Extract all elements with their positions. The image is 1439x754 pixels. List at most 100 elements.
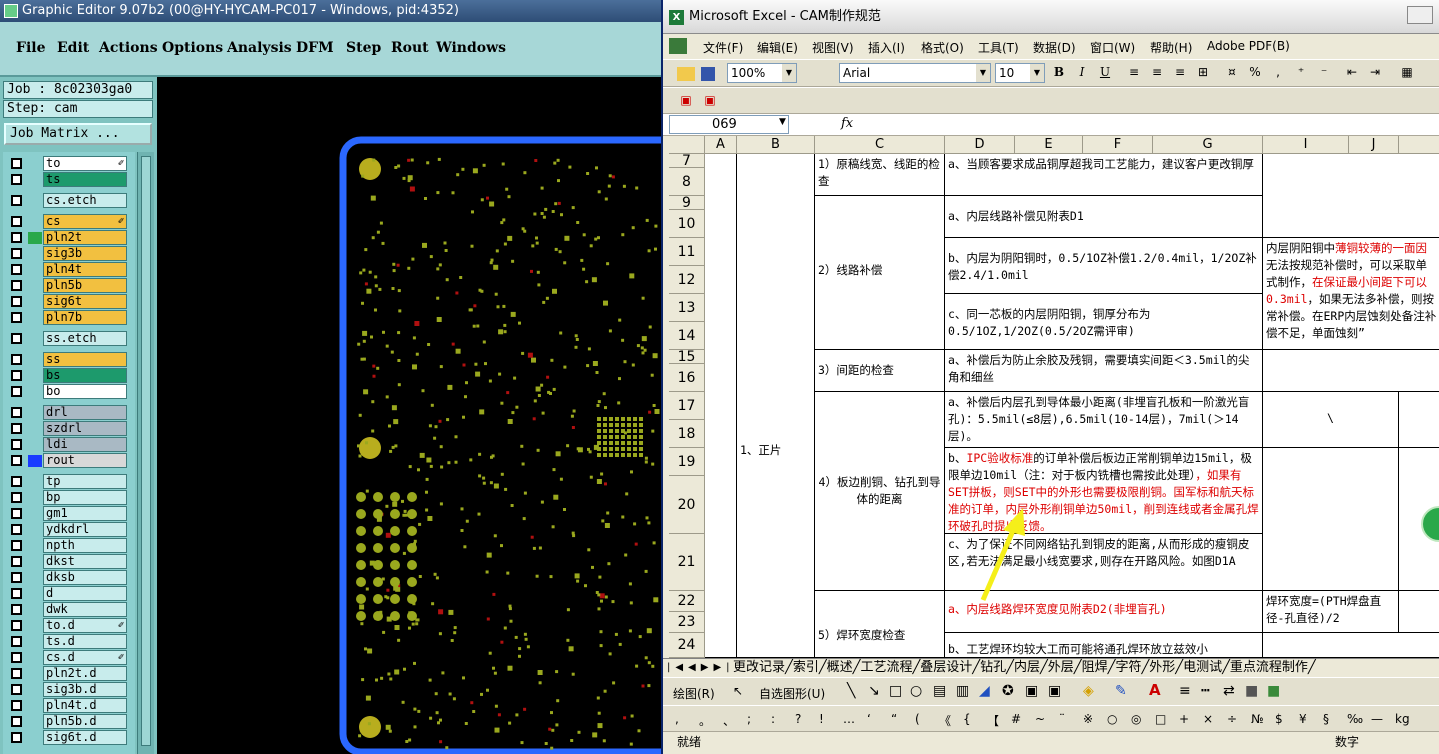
symbol-button[interactable]: … (843, 712, 855, 726)
layer-checkbox[interactable] (11, 312, 22, 323)
row-header[interactable]: 20 (669, 476, 705, 534)
menu-options[interactable]: Options (162, 40, 223, 56)
layer-row[interactable]: bo (7, 384, 127, 399)
layer-checkbox[interactable] (11, 636, 22, 647)
layer-name[interactable]: ts (43, 172, 127, 187)
layer-checkbox[interactable] (11, 158, 22, 169)
pcb-canvas[interactable] (157, 77, 665, 754)
layer-row[interactable]: cs ✐ (7, 214, 127, 229)
layer-checkbox[interactable] (11, 423, 22, 434)
layer-checkbox[interactable] (11, 476, 22, 487)
column-header-f[interactable]: F (1083, 136, 1153, 154)
layer-name[interactable]: rout (43, 453, 127, 468)
layer-affected-marker[interactable] (28, 668, 42, 680)
layer-row[interactable]: pln5b (7, 278, 127, 293)
layer-name[interactable]: pln7b (43, 310, 127, 325)
cell-a-merged[interactable] (705, 154, 737, 658)
convert-to-pdf-icon[interactable]: ▣ (677, 91, 695, 109)
layer-name[interactable]: cs ✐ (43, 214, 127, 229)
rectangle-icon[interactable]: □ (889, 683, 902, 699)
row-header[interactable]: 11 (669, 238, 705, 266)
layer-affected-marker[interactable] (28, 604, 42, 616)
row-header[interactable]: 13 (669, 294, 705, 322)
fill-color-icon[interactable]: ◈ (1083, 683, 1094, 699)
layer-name[interactable]: pln2t (43, 230, 127, 245)
layer-name[interactable]: sig6t (43, 294, 127, 309)
menu-window-cn[interactable]: 窗口(W) (1090, 39, 1135, 56)
layer-affected-marker[interactable] (28, 264, 42, 276)
menu-edit[interactable]: Edit (57, 40, 89, 56)
layer-affected-marker[interactable] (28, 636, 42, 648)
menu-edit-cn[interactable]: 编辑(E) (757, 39, 798, 56)
menu-insert-cn[interactable]: 插入(I) (868, 39, 905, 56)
cell-i-7[interactable] (1263, 154, 1439, 238)
layer-affected-marker[interactable] (28, 232, 42, 244)
menu-tools-cn[interactable]: 工具(T) (978, 39, 1019, 56)
select-all-corner[interactable] (669, 136, 705, 154)
menu-step[interactable]: Step (346, 40, 381, 56)
layer-checkbox[interactable] (11, 370, 22, 381)
cell-c-1[interactable]: 1）原稿线宽、线距的检查 (815, 154, 945, 196)
layer-checkbox[interactable] (11, 216, 22, 227)
menu-data-cn[interactable]: 数据(D) (1033, 39, 1076, 56)
layer-row[interactable]: npth (7, 538, 127, 553)
cell-d-9[interactable]: a、内层线路补偿见附表D1 (945, 196, 1263, 238)
layer-checkbox[interactable] (11, 540, 22, 551)
layer-affected-marker[interactable] (28, 423, 42, 435)
row-header[interactable]: 22 (669, 591, 705, 612)
layer-checkbox[interactable] (11, 492, 22, 503)
chevron-down-icon[interactable]: ▼ (779, 117, 786, 127)
layer-row[interactable]: cs.d ✐ (7, 650, 127, 665)
row-header[interactable]: 12 (669, 266, 705, 294)
cell-d-7[interactable]: a、当顾客要求成品铜厚超我司工艺能力，建议客户更改铜厚 (945, 154, 1263, 196)
cell-i-11[interactable]: 内层阴阳铜中薄铜较薄的一面因无法按规范补偿时，可以采取单式制作，在保证最小间距下… (1263, 238, 1439, 350)
layer-checkbox[interactable] (11, 264, 22, 275)
row-header[interactable]: 18 (669, 420, 705, 448)
layer-affected-marker[interactable] (28, 588, 42, 600)
menu-view-cn[interactable]: 视图(V) (812, 39, 854, 56)
layer-checkbox[interactable] (11, 524, 22, 535)
symbol-button[interactable]: § (1323, 712, 1329, 726)
layer-affected-marker[interactable] (28, 248, 42, 260)
layer-name[interactable]: dwk (43, 602, 127, 617)
layer-affected-marker[interactable] (28, 195, 42, 207)
italic-button[interactable]: I (1073, 63, 1091, 81)
symbol-button[interactable]: # (1011, 712, 1021, 726)
layer-name[interactable]: to.d ✐ (43, 618, 127, 633)
layer-affected-marker[interactable] (28, 476, 42, 488)
scrollbar-thumb[interactable] (141, 156, 151, 746)
layer-row[interactable]: ss.etch (7, 331, 127, 346)
window-minimize-button[interactable] (1407, 6, 1433, 24)
layer-name[interactable]: gm1 (43, 506, 127, 521)
row-header[interactable]: 15 (669, 350, 705, 364)
column-header-i[interactable]: I (1263, 136, 1349, 154)
row-header[interactable]: 9 (669, 196, 705, 210)
cell-d-13[interactable]: c、同一芯板的内层阴阳铜，铜厚分布为0.5/1OZ,1/2OZ(0.5/2OZ需… (945, 294, 1263, 350)
symbol-button[interactable]: — (1371, 712, 1383, 726)
cell-b-main[interactable]: 1、正片 (737, 154, 815, 658)
layer-checkbox[interactable] (11, 296, 22, 307)
job-matrix-button[interactable]: Job Matrix ... (4, 123, 152, 145)
column-header-b[interactable]: B (737, 136, 815, 154)
layer-row[interactable]: rout (7, 453, 127, 468)
row-header[interactable]: 8 (669, 168, 705, 196)
layer-affected-marker[interactable] (28, 439, 42, 451)
row-header[interactable]: 19 (669, 448, 705, 476)
picture-icon[interactable]: ▣ (1048, 683, 1061, 699)
layer-checkbox[interactable] (11, 556, 22, 567)
cell-i-15[interactable] (1263, 350, 1439, 392)
diagram-icon[interactable]: ✪ (1002, 683, 1014, 699)
symbol-button[interactable]: ◎ (1131, 712, 1141, 726)
font-color-icon[interactable]: A (1149, 681, 1161, 699)
symbol-button[interactable]: ; (747, 712, 751, 726)
layer-row[interactable]: ts (7, 172, 127, 187)
layer-affected-marker[interactable] (28, 354, 42, 366)
layer-row[interactable]: ss (7, 352, 127, 367)
layer-name[interactable]: ss (43, 352, 127, 367)
sheet-nav-arrows-icon[interactable]: |◀◀▶▶| (667, 659, 735, 676)
layer-row[interactable]: drl (7, 405, 127, 420)
menu-windows[interactable]: Windows (436, 40, 506, 56)
layer-affected-marker[interactable] (28, 556, 42, 568)
layer-affected-marker[interactable] (28, 216, 42, 228)
layer-row[interactable]: pln4t.d (7, 698, 127, 713)
